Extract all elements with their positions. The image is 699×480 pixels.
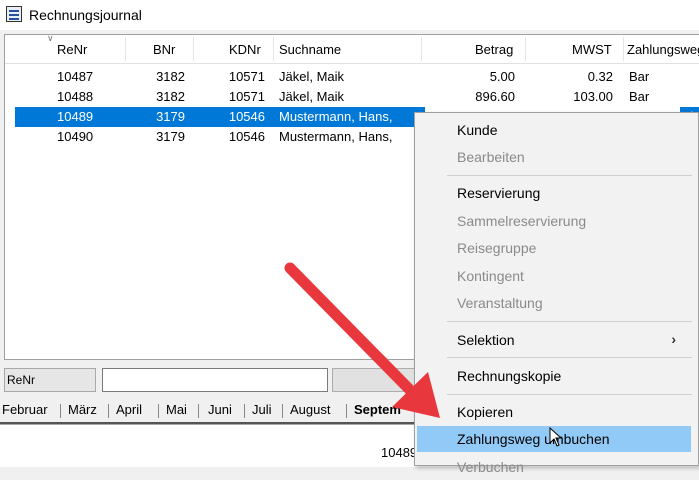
cell-suchname: Mustermann, Hans, (279, 109, 393, 124)
cell-renr: 10487 (57, 69, 94, 84)
tab-month[interactable]: Februar (2, 402, 48, 417)
menu-item-selektion[interactable]: Selektion › (415, 327, 698, 353)
tab-month[interactable]: Juni (208, 402, 232, 417)
cell-mwst: 0.32 (587, 69, 613, 84)
table-row[interactable]: 10488 3182 10571 Jäkel, Maik 896.60 103.… (5, 87, 699, 107)
table-row-selected[interactable]: 10489 3179 10546 Mustermann, Hans, (15, 107, 425, 127)
cell-zahlungsweg: Bar (629, 89, 650, 104)
menu-item-kunde[interactable]: Kunde (415, 117, 698, 143)
title-bar[interactable]: Rechnungsjournal (0, 0, 699, 30)
cell-renr: 10489 (57, 109, 94, 124)
cell-bnr: 3182 (156, 69, 185, 84)
grid-header: ∨ ReNr BNr KDNr Suchname Betrag MWST Zah… (5, 33, 699, 64)
chevron-right-icon: › (671, 331, 676, 347)
col-header-suchname[interactable]: Suchname (279, 42, 341, 57)
col-header-bnr[interactable]: BNr (153, 42, 175, 57)
mouse-cursor-icon (549, 427, 563, 447)
menu-item-kontingent: Kontingent (457, 268, 524, 284)
cell-mwst: 103.00 (573, 89, 613, 104)
cell-zahlungsweg: Bar (629, 69, 650, 84)
detail-renr: 10489 (381, 445, 418, 460)
cell-betrag: 896.60 (475, 89, 515, 104)
cell-bnr: 3179 (156, 109, 185, 124)
menu-separator (447, 394, 692, 395)
context-menu: Kunde Bearbeiten Reservierung Sammelrese… (414, 112, 699, 475)
col-header-mwst[interactable]: MWST (572, 42, 612, 57)
menu-item-bearbeiten: Bearbeiten (457, 149, 525, 165)
cell-suchname: Jäkel, Maik (279, 69, 345, 84)
sort-indicator-icon: ∨ (47, 33, 54, 43)
cell-kdnr: 10546 (228, 129, 265, 144)
menu-separator (447, 321, 692, 322)
table-row[interactable]: 10487 3182 10571 Jäkel, Maik 5.00 0.32 B… (5, 67, 699, 87)
cell-betrag: 5.00 (489, 69, 515, 84)
menu-item-reisegruppe: Reisegruppe (457, 240, 537, 256)
menu-separator (447, 357, 692, 358)
filter-field-label[interactable]: ReNr (4, 368, 96, 392)
cell-renr: 10490 (57, 129, 94, 144)
menu-item-verbuchen: Verbuchen (457, 459, 524, 475)
search-input[interactable] (102, 368, 328, 392)
cell-kdnr: 10546 (228, 109, 265, 124)
menu-separator (447, 175, 692, 176)
filter-button[interactable] (332, 368, 422, 392)
menu-item-veranstaltung: Veranstaltung (457, 295, 543, 311)
app-icon (6, 6, 22, 22)
tab-month[interactable]: Mai (166, 402, 187, 417)
tab-month[interactable]: Juli (252, 402, 272, 417)
col-header-betrag[interactable]: Betrag (475, 42, 513, 57)
col-header-kdnr[interactable]: KDNr (229, 42, 261, 57)
col-header-renr[interactable]: ReNr (57, 42, 87, 57)
cell-renr: 10488 (57, 89, 94, 104)
tab-month-active[interactable]: Septem (354, 402, 401, 417)
cell-suchname: Mustermann, Hans, (279, 129, 393, 144)
cell-kdnr: 10571 (228, 69, 265, 84)
window-title: Rechnungsjournal (29, 7, 142, 23)
col-header-zahlungsweg[interactable]: Zahlungsweg (627, 42, 699, 57)
menu-item-rechnungskopie[interactable]: Rechnungskopie (415, 363, 698, 389)
cell-bnr: 3179 (156, 129, 185, 144)
tab-month[interactable]: März (68, 402, 97, 417)
tab-month[interactable]: August (290, 402, 330, 417)
menu-item-reservierung[interactable]: Reservierung (415, 180, 698, 206)
menu-item-sammelreservierung: Sammelreservierung (457, 213, 587, 229)
cell-kdnr: 10571 (228, 89, 265, 104)
menu-item-kopieren[interactable]: Kopieren (415, 399, 698, 425)
cell-bnr: 3182 (156, 89, 185, 104)
tab-month[interactable]: April (116, 402, 142, 417)
cell-suchname: Jäkel, Maik (279, 89, 345, 104)
